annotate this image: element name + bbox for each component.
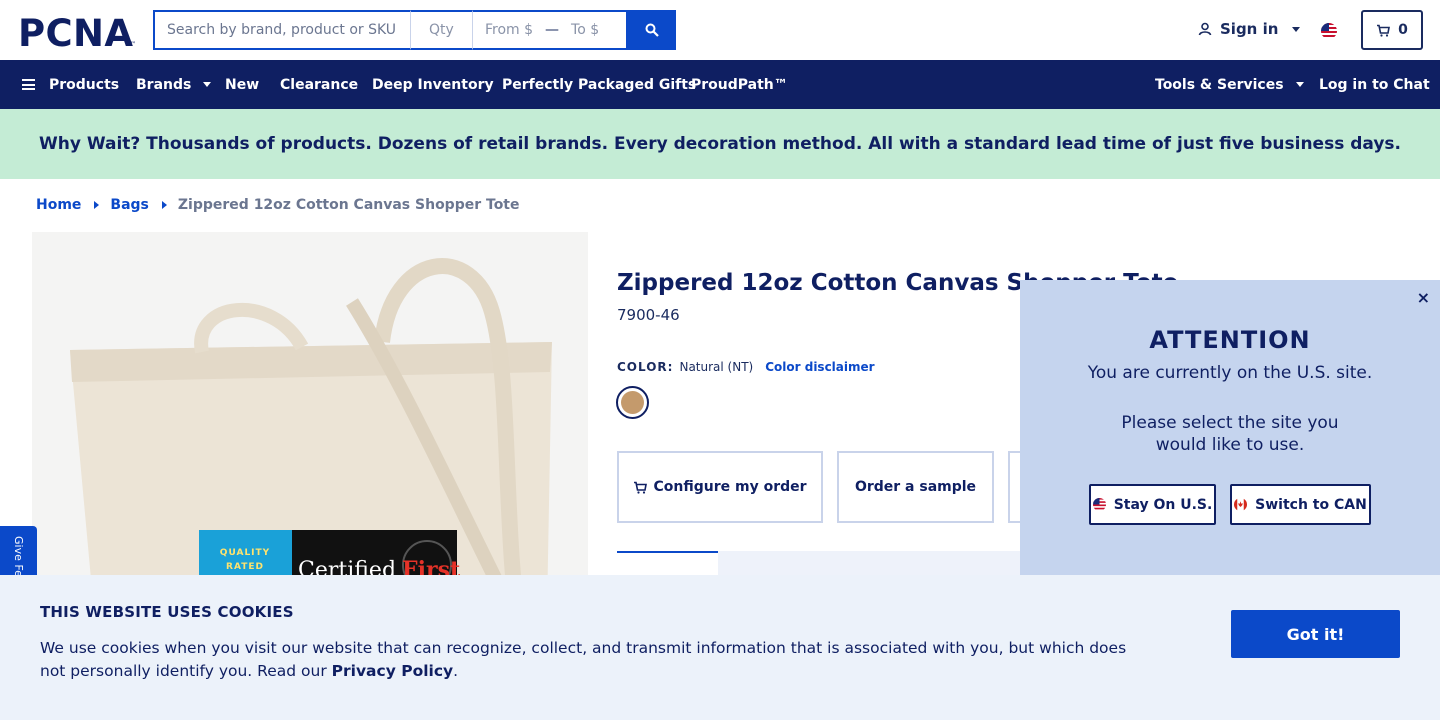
promo-banner: Why Wait? Thousands of products. Dozens … (0, 109, 1440, 179)
cookie-period: . (453, 662, 459, 680)
nav-packaged-gifts-label: Perfectly Packaged Gifts (502, 76, 697, 93)
nav-clearance-label: Clearance (280, 76, 359, 93)
badge-quality-text: QUALITY (220, 548, 270, 558)
us-flag-icon (1092, 498, 1106, 511)
nav-tools-label: Tools & Services (1155, 76, 1284, 93)
price-to-input[interactable]: To $ (571, 22, 599, 38)
cart-button[interactable]: 0 (1361, 10, 1423, 50)
cookie-body: We use cookies when you visit our websit… (40, 639, 1127, 680)
feedback-label: Give Fe (12, 536, 25, 577)
breadcrumb-separator-icon (94, 201, 100, 209)
breadcrumb-separator-icon (161, 201, 167, 209)
pcna-logo[interactable]: PCNA ™ (18, 15, 138, 48)
us-flag-icon[interactable] (1321, 23, 1337, 39)
nav-packaged-gifts[interactable]: Perfectly Packaged Gifts (502, 60, 696, 109)
sign-in-label: Sign in (1220, 20, 1279, 38)
cookie-accept-button[interactable]: Got it! (1231, 610, 1400, 658)
switch-can-button[interactable]: Switch to CAN (1230, 484, 1371, 525)
qty-input[interactable]: Qty (411, 10, 473, 50)
search-bar: Search by brand, product or SKU Qty From… (153, 10, 676, 50)
canada-flag-icon (1234, 498, 1248, 511)
nav-deep-inventory[interactable]: Deep Inventory (372, 60, 494, 109)
privacy-policy-link[interactable]: Privacy Policy (332, 662, 454, 680)
product-sku: 7900-46 (617, 306, 680, 324)
popup-current-site: You are currently on the U.S. site. (1087, 363, 1373, 383)
nav-products[interactable]: Products (22, 60, 119, 109)
cookie-banner: THIS WEBSITE USES COOKIES We use cookies… (0, 575, 1440, 720)
swatch-fill (621, 391, 644, 414)
breadcrumb: Home Bags Zippered 12oz Cotton Canvas Sh… (36, 197, 520, 213)
site-header: PCNA ™ Search by brand, product or SKU Q… (0, 0, 1440, 60)
site-select-popup: × ATTENTION You are currently on the U.S… (1020, 280, 1440, 575)
popup-title: ATTENTION (1149, 326, 1311, 354)
configure-order-button[interactable]: Configure my order (617, 451, 823, 523)
nav-chat[interactable]: Log in to Chat (1319, 60, 1430, 109)
search-button[interactable] (628, 10, 676, 50)
menu-icon (22, 79, 35, 90)
cart-count: 0 (1398, 22, 1408, 38)
stay-us-button[interactable]: Stay On U.S. (1089, 484, 1216, 525)
logo-text: PCNA (18, 15, 133, 48)
configure-order-label: Configure my order (653, 479, 807, 495)
price-range: From $ — To $ (473, 10, 628, 50)
popup-instruction: Please select the site you would like to… (1121, 413, 1339, 455)
nav-clearance[interactable]: Clearance (280, 60, 358, 109)
sign-in-menu[interactable]: Sign in (1198, 20, 1301, 38)
price-from-input[interactable]: From $ (485, 22, 533, 38)
nav-products-label: Products (49, 76, 120, 93)
badge-rated-text: RATED (226, 562, 264, 572)
main-nav: Products Brands New Clearance Deep Inven… (0, 60, 1440, 109)
breadcrumb-home[interactable]: Home (36, 197, 81, 213)
user-icon (1198, 22, 1212, 36)
nav-brands-label: Brands (136, 76, 192, 93)
breadcrumb-bags[interactable]: Bags (110, 197, 148, 213)
cookie-title: THIS WEBSITE USES COOKIES (40, 603, 294, 621)
search-icon (645, 23, 659, 37)
color-swatch-natural[interactable] (616, 386, 649, 419)
breadcrumb-current: Zippered 12oz Cotton Canvas Shopper Tote (177, 197, 520, 213)
chevron-down-icon (1295, 82, 1304, 87)
switch-can-label: Switch to CAN (1255, 496, 1367, 513)
nav-new-label: New (225, 76, 260, 93)
close-icon[interactable]: × (1417, 288, 1430, 307)
cookie-text: We use cookies when you visit our websit… (40, 637, 1140, 683)
cart-icon (634, 481, 648, 494)
nav-deep-inventory-label: Deep Inventory (372, 76, 494, 93)
order-sample-label: Order a sample (854, 479, 977, 495)
nav-chat-label: Log in to Chat (1319, 76, 1430, 93)
stay-us-label: Stay On U.S. (1113, 496, 1213, 513)
price-dash: — (545, 22, 560, 38)
nav-tools[interactable]: Tools & Services (1155, 60, 1304, 109)
color-label: COLOR: (617, 360, 674, 374)
search-input[interactable]: Search by brand, product or SKU (153, 10, 411, 50)
nav-proudpath[interactable]: ProudPath™ (691, 60, 788, 109)
color-row: COLOR: Natural (NT) Color disclaimer (617, 360, 875, 374)
chevron-down-icon (1292, 26, 1301, 32)
nav-brands[interactable]: Brands (136, 60, 212, 109)
chevron-down-icon (203, 82, 212, 87)
svg-text:™: ™ (130, 41, 136, 48)
color-value: Natural (NT) (679, 360, 754, 374)
nav-new[interactable]: New (225, 60, 259, 109)
cart-icon (1377, 24, 1391, 37)
order-sample-button[interactable]: Order a sample (837, 451, 994, 523)
nav-proudpath-label: ProudPath™ (691, 76, 788, 93)
promo-text: Why Wait? Thousands of products. Dozens … (38, 134, 1402, 154)
color-disclaimer-link[interactable]: Color disclaimer (765, 360, 874, 374)
